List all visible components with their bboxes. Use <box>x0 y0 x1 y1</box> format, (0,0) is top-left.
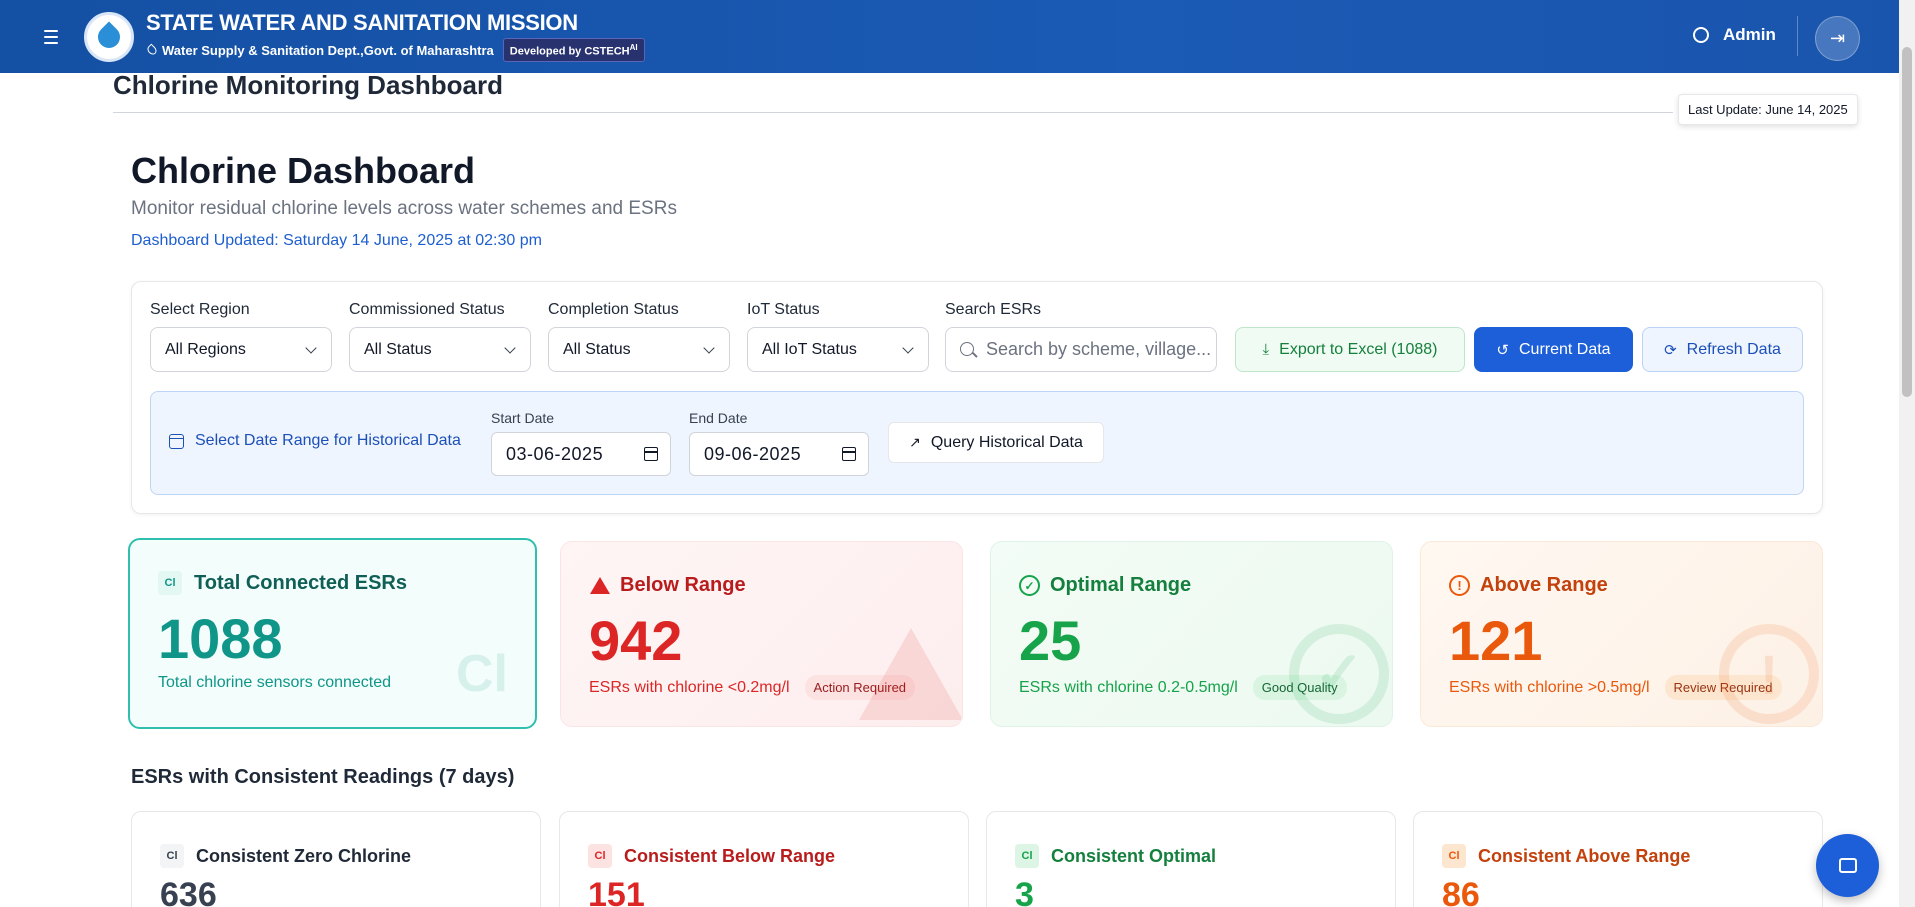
stat-card-below[interactable]: Below Range 942 ESRs with chlorine <0.2m… <box>560 541 963 727</box>
region-select[interactable]: All Regions <box>150 327 332 372</box>
search-input[interactable] <box>986 328 1211 371</box>
end-date-input[interactable]: 09-06-2025 <box>689 432 869 476</box>
logout-icon: ⇥ <box>1829 28 1846 48</box>
stat-value: 121 <box>1449 609 1543 672</box>
developer-badge: Developed by CSTECHAI <box>502 37 645 63</box>
chlorine-watermark: Cl <box>456 645 508 703</box>
stat-desc: Total chlorine sensors connected <box>158 674 392 691</box>
stat-value: 25 <box>1019 609 1082 672</box>
completion-select[interactable]: All Status <box>548 327 730 372</box>
dashboard-updated: Dashboard Updated: Saturday 14 June, 202… <box>131 232 542 249</box>
stat-value: 636 <box>160 876 217 907</box>
water-drop-icon <box>145 43 159 57</box>
download-icon: ⤓ <box>1262 341 1270 358</box>
stat-card-total[interactable]: Cl Total Connected ESRs 1088 Total chlor… <box>128 538 537 729</box>
refresh-data-button[interactable]: ⟳ Refresh Data <box>1642 327 1803 372</box>
calendar-icon[interactable] <box>644 447 658 461</box>
dashboard-title: Chlorine Dashboard <box>131 150 476 191</box>
app-title: STATE WATER AND SANITATION MISSION <box>146 9 578 35</box>
stat-card-optimal[interactable]: ✓ Optimal Range 25 ESRs with chlorine 0.… <box>990 541 1393 727</box>
top-header: STATE WATER AND SANITATION MISSION Water… <box>0 0 1899 73</box>
stat-title: Above Range <box>1480 574 1608 596</box>
start-date-label: Start Date <box>491 410 555 426</box>
stat-value: 942 <box>589 609 683 672</box>
consistent-above-card[interactable]: Cl Consistent Above Range 86 <box>1413 811 1823 907</box>
gear-icon <box>1693 27 1709 43</box>
chlorine-badge: Cl <box>1442 844 1466 868</box>
divider <box>113 112 1673 113</box>
stat-value: 86 <box>1442 876 1480 907</box>
completion-label: Completion Status <box>548 301 679 318</box>
iot-label: IoT Status <box>747 301 820 318</box>
last-update-tooltip: Last Update: June 14, 2025 <box>1678 94 1858 125</box>
alert-circle-icon: ! <box>1449 575 1470 596</box>
stat-title: Below Range <box>620 574 746 596</box>
page-title: Chlorine Monitoring Dashboard <box>113 70 503 100</box>
history-icon: ↺ <box>1496 341 1509 359</box>
hamburger-icon[interactable] <box>44 29 66 44</box>
iot-select[interactable]: All IoT Status <box>747 327 929 372</box>
stat-title: Total Connected ESRs <box>194 571 407 594</box>
check-circle-icon: ✓ <box>1019 575 1040 596</box>
end-date-label: End Date <box>689 410 748 426</box>
search-box <box>945 327 1217 372</box>
chevron-down-icon <box>902 342 914 354</box>
query-historical-button[interactable]: ↗ Query Historical Data <box>888 422 1104 463</box>
app-subtitle: Water Supply & Sanitation Dept.,Govt. of… <box>162 42 494 58</box>
search-icon <box>960 342 974 356</box>
check-circle-icon: ✓ <box>1289 624 1389 724</box>
consistent-optimal-card[interactable]: Cl Consistent Optimal 3 <box>986 811 1396 907</box>
export-excel-button[interactable]: ⤓ Export to Excel (1088) <box>1235 327 1465 372</box>
warning-icon <box>589 575 610 596</box>
brand: STATE WATER AND SANITATION MISSION Water… <box>145 9 645 63</box>
header-divider <box>1797 16 1798 56</box>
commissioned-label: Commissioned Status <box>349 301 505 318</box>
stat-title: Optimal Range <box>1050 574 1192 596</box>
section-title: ESRs with Consistent Readings (7 days) <box>131 766 515 788</box>
chevron-down-icon <box>504 342 516 354</box>
start-date-input[interactable]: 03-06-2025 <box>491 432 671 476</box>
mission-logo <box>84 11 134 62</box>
logout-button[interactable]: ⇥ <box>1815 16 1860 61</box>
chevron-down-icon <box>305 342 317 354</box>
consistent-zero-card[interactable]: Cl Consistent Zero Chlorine 636 <box>131 811 541 907</box>
stat-value: 1088 <box>158 607 283 670</box>
admin-menu[interactable]: Admin <box>1693 25 1776 45</box>
calendar-icon[interactable] <box>842 447 856 461</box>
calendar-icon <box>169 433 184 449</box>
commissioned-select[interactable]: All Status <box>349 327 531 372</box>
search-label: Search ESRs <box>945 301 1042 318</box>
historical-label: Select Date Range for Historical Data <box>169 432 461 450</box>
stat-value: 3 <box>1015 876 1034 907</box>
chlorine-badge: Cl <box>158 571 182 595</box>
refresh-icon: ⟳ <box>1664 341 1677 359</box>
chlorine-badge: Cl <box>588 844 612 868</box>
scrollbar[interactable] <box>1899 0 1915 907</box>
consistent-below-card[interactable]: Cl Consistent Below Range 151 <box>559 811 969 907</box>
chlorine-badge: Cl <box>160 844 184 868</box>
chat-button[interactable] <box>1816 834 1879 897</box>
scrollbar-thumb[interactable] <box>1902 47 1912 397</box>
chevron-down-icon <box>703 342 715 354</box>
alert-circle-icon: ! <box>1719 624 1819 724</box>
region-label: Select Region <box>150 301 250 318</box>
trending-up-icon: ↗ <box>909 434 921 450</box>
dashboard-subtitle: Monitor residual chlorine levels across … <box>131 198 677 219</box>
stat-value: 151 <box>588 876 645 907</box>
chat-icon <box>1838 858 1857 873</box>
warning-icon <box>859 628 962 720</box>
admin-label: Admin <box>1723 25 1776 44</box>
chlorine-badge: Cl <box>1015 844 1039 868</box>
stat-card-above[interactable]: ! Above Range 121 ESRs with chlorine >0.… <box>1420 541 1823 727</box>
current-data-button[interactable]: ↺ Current Data <box>1474 327 1633 372</box>
